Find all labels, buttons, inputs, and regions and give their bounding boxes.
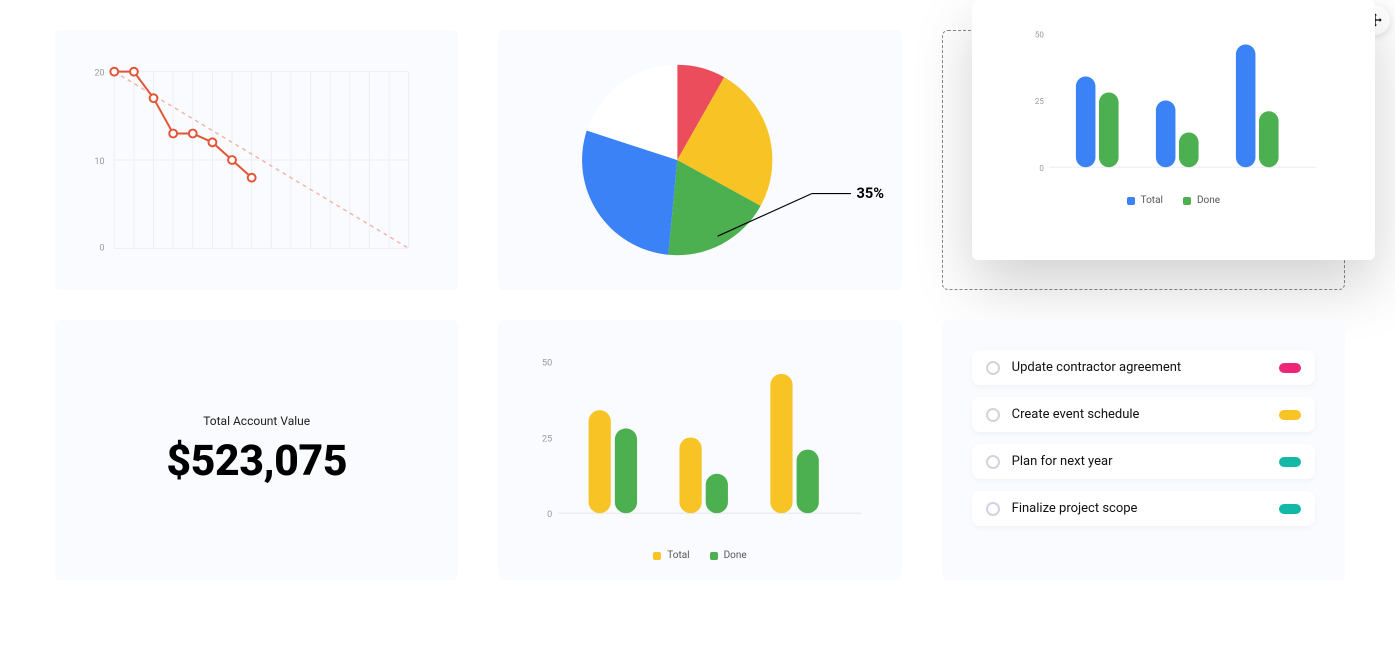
pie-chart: 35% <box>498 30 901 290</box>
todo-item[interactable]: Plan for next year <box>972 444 1315 479</box>
legend-swatch-done <box>1183 197 1191 205</box>
legend-label-done-y: Done <box>724 550 747 561</box>
bar-blue-legend: Total Done <box>1002 195 1345 206</box>
todo-item[interactable]: Create event schedule <box>972 397 1315 432</box>
svg-text:50: 50 <box>542 359 552 369</box>
line-chart: 20 10 0 <box>75 60 428 260</box>
todo-label: Update contractor agreement <box>1012 360 1267 375</box>
todo-tag <box>1279 410 1301 420</box>
account-label: Total Account Value <box>203 414 310 428</box>
todo-item[interactable]: Finalize project scope <box>972 491 1315 526</box>
todo-label: Create event schedule <box>1012 407 1267 422</box>
bar-chart-yellow-card[interactable]: 50 25 0 Total Done <box>498 320 901 580</box>
todo-tag <box>1279 363 1301 373</box>
legend-swatch-total-y <box>653 552 661 560</box>
radio-icon[interactable] <box>986 361 1000 375</box>
todo-list-card[interactable]: Update contractor agreement Create event… <box>942 320 1345 580</box>
bar-chart-blue-card[interactable]: 50 25 0 Total <box>972 0 1375 260</box>
line-tick-20: 20 <box>95 69 105 79</box>
svg-text:0: 0 <box>547 510 552 520</box>
account-value: $523,075 <box>166 436 347 486</box>
bar-yellow-legend: Total Done <box>528 550 871 561</box>
todo-item[interactable]: Update contractor agreement <box>972 350 1315 385</box>
bar-chart-blue: 50 25 0 <box>1002 25 1345 185</box>
svg-text:25: 25 <box>542 434 552 444</box>
radio-icon[interactable] <box>986 408 1000 422</box>
legend-label-done: Done <box>1197 195 1220 206</box>
bar-chart-draggable-slot[interactable]: 50 25 0 Total <box>942 30 1345 290</box>
todo-tag <box>1279 504 1301 514</box>
radio-icon[interactable] <box>986 502 1000 516</box>
line-chart-card[interactable]: 20 10 0 <box>55 30 458 290</box>
svg-text:0: 0 <box>1039 164 1044 173</box>
account-value-card[interactable]: Total Account Value $523,075 <box>55 320 458 580</box>
line-tick-0: 0 <box>99 243 104 253</box>
todo-label: Finalize project scope <box>1012 501 1267 516</box>
legend-swatch-total <box>1127 197 1135 205</box>
legend-label-total-y: Total <box>667 550 689 561</box>
legend-swatch-done-y <box>710 552 718 560</box>
svg-text:50: 50 <box>1035 30 1044 39</box>
radio-icon[interactable] <box>986 455 1000 469</box>
todo-tag <box>1279 457 1301 467</box>
bar-chart-yellow: 50 25 0 <box>528 345 871 540</box>
svg-text:25: 25 <box>1035 97 1044 106</box>
pie-chart-card[interactable]: 35% <box>498 30 901 290</box>
line-tick-10: 10 <box>95 157 105 167</box>
todo-label: Plan for next year <box>1012 454 1267 469</box>
pie-callout-label: 35% <box>857 184 885 202</box>
legend-label-total: Total <box>1141 195 1163 206</box>
